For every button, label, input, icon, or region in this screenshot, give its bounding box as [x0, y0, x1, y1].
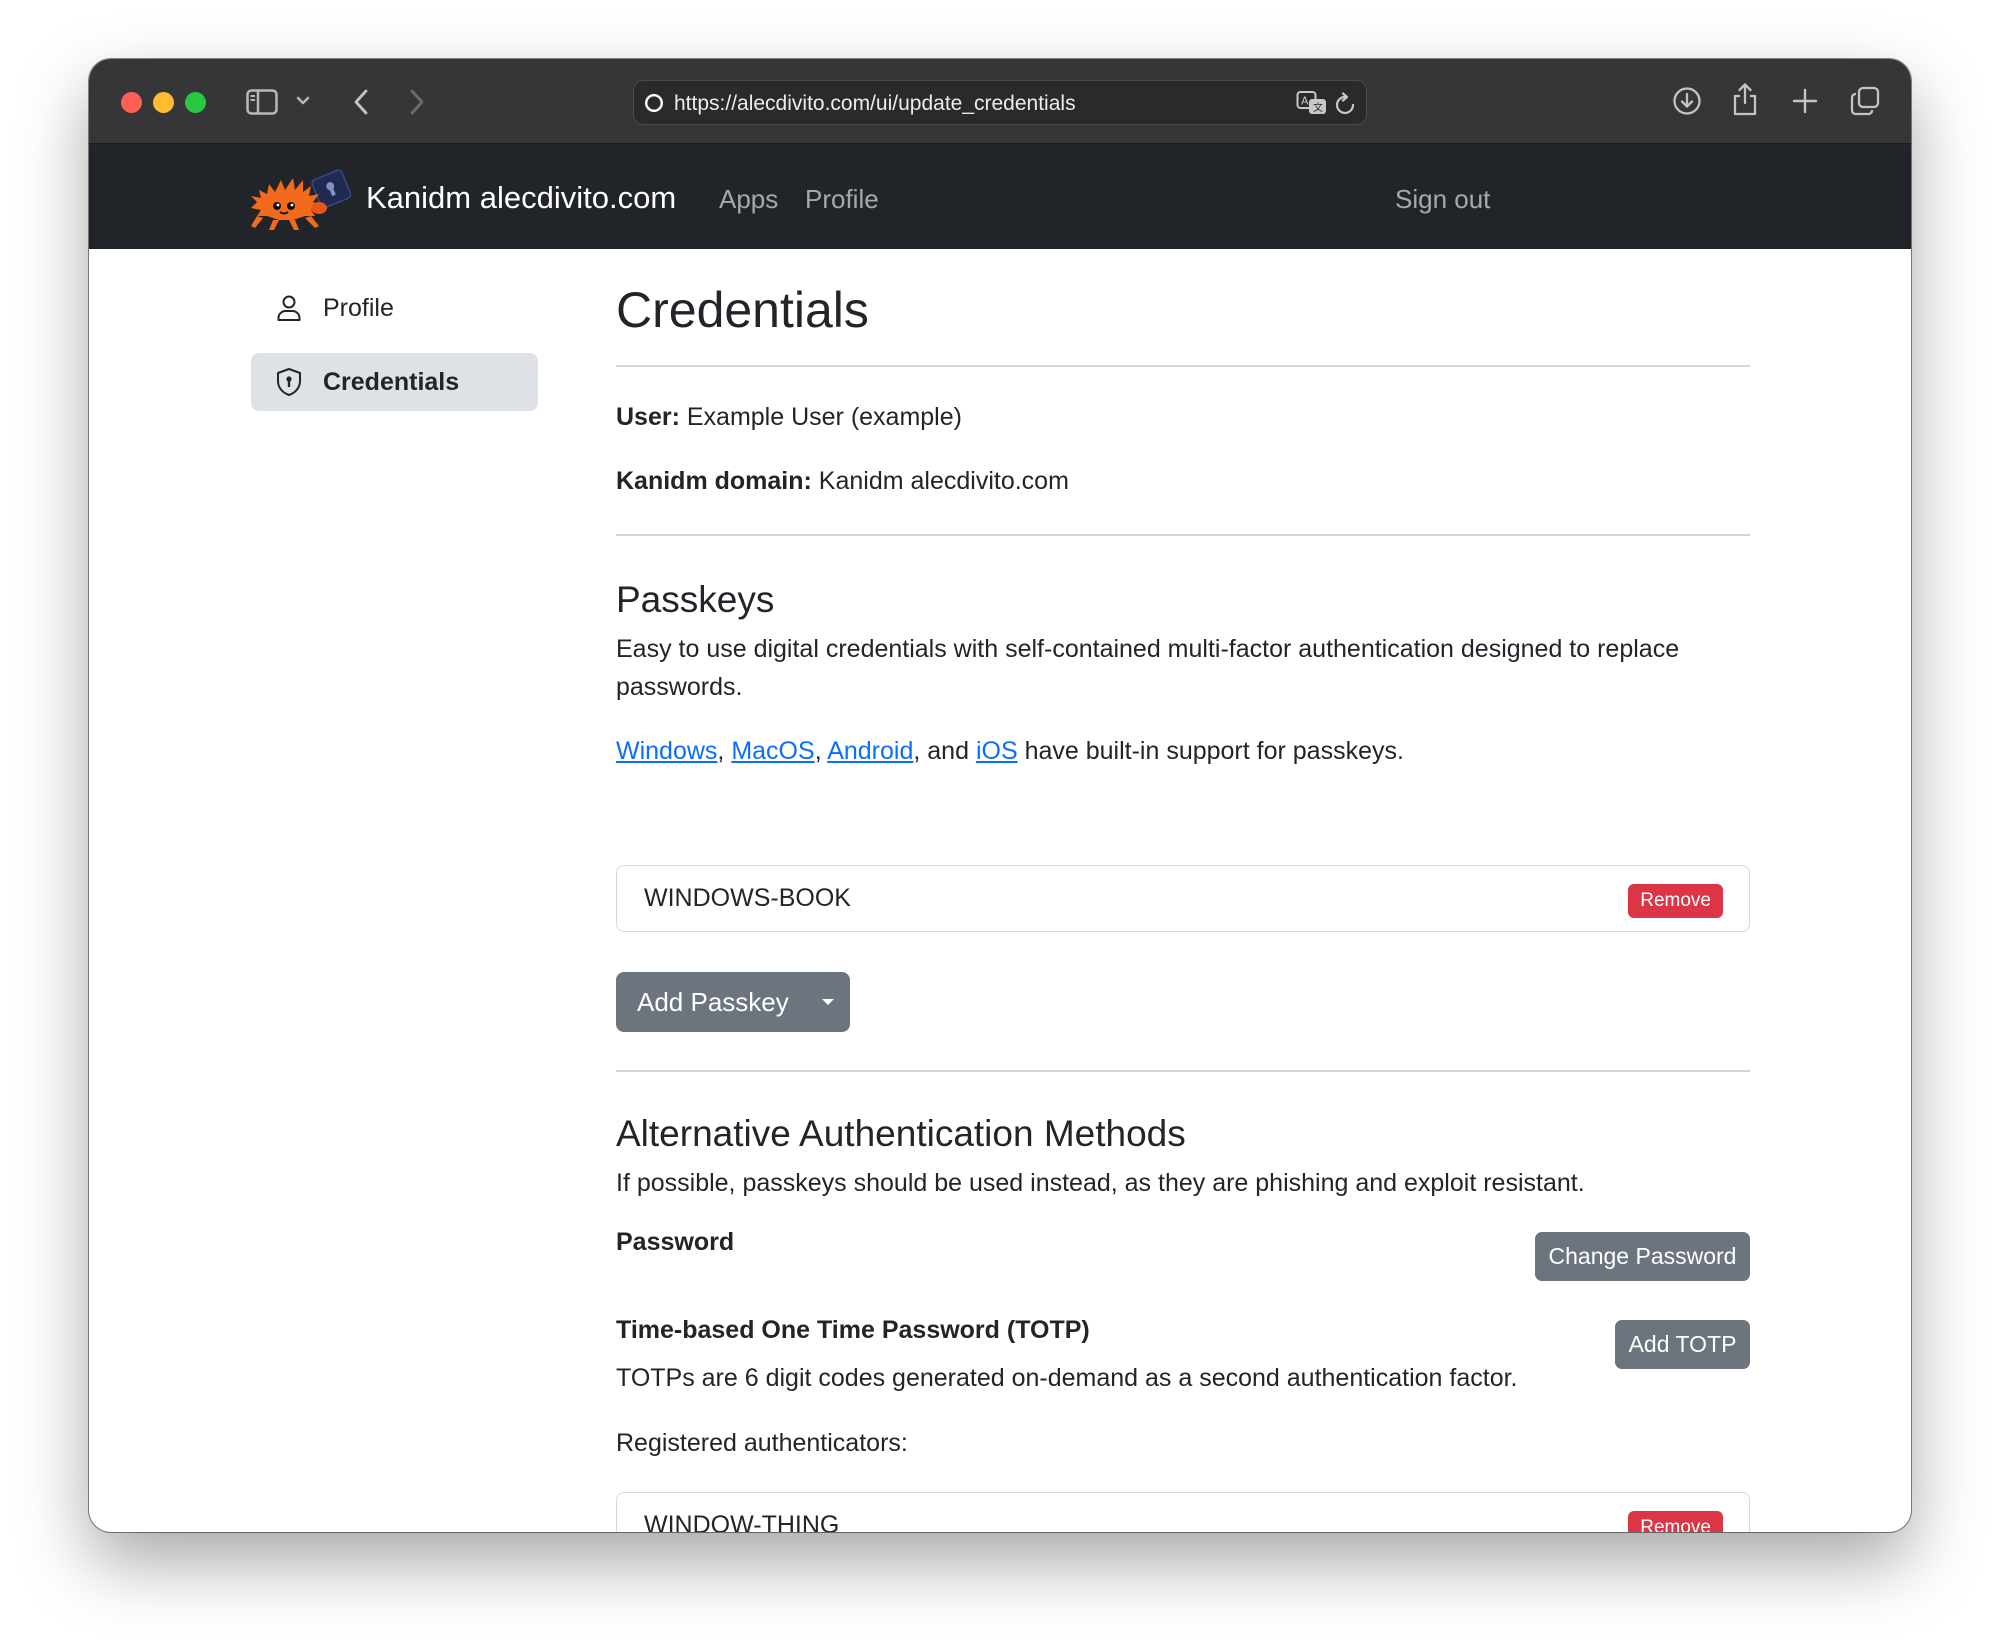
divider [616, 1070, 1750, 1072]
sidebar-item-label: Credentials [323, 367, 460, 396]
user-value: Example User (example) [686, 403, 962, 431]
page-title: Credentials [616, 282, 869, 338]
alt-methods-heading: Alternative Authentication Methods [616, 1113, 1186, 1154]
domain-value: Kanidm alecdivito.com [818, 467, 1069, 495]
user-info: User: Example User (example) [616, 398, 962, 436]
passkeys-description-line1: Easy to use digital credentials with sel… [616, 635, 1680, 663]
sidebar-item-label: Profile [323, 293, 394, 322]
tab-overview-icon[interactable] [1849, 85, 1881, 117]
domain-label: Kanidm domain: [616, 467, 812, 495]
passkey-support-text: Windows, MacOS, Android, and iOS have bu… [616, 732, 1404, 770]
totp-heading: Time-based One Time Password (TOTP) [616, 1316, 1090, 1344]
add-passkey-button[interactable]: Add Passkey [616, 972, 850, 1032]
site-navbar: Kanidm alecdivito.com Apps Profile Sign … [89, 144, 1911, 249]
sidebar-item-credentials[interactable]: Credentials [251, 353, 538, 411]
downloads-icon[interactable] [1671, 85, 1703, 117]
totp-name: WINDOW-THING [644, 1511, 840, 1532]
svg-text:A: A [1301, 95, 1309, 108]
passkeys-description-line2: passwords. [616, 673, 743, 701]
svg-text:文: 文 [1313, 101, 1323, 114]
minimize-window-button[interactable] [153, 92, 174, 113]
nav-link-apps[interactable]: Apps [719, 184, 778, 215]
ios-link[interactable]: iOS [976, 737, 1018, 765]
sidebar-item-profile[interactable]: Profile [251, 279, 538, 337]
browser-window: https://alecdivito.com/ui/update_credent… [89, 59, 1911, 1532]
passkey-item: WINDOWS-BOOK Remove [616, 865, 1750, 932]
divider [616, 365, 1750, 367]
zoom-window-button[interactable] [185, 92, 206, 113]
totp-item: WINDOW-THING Remove [616, 1492, 1750, 1532]
nav-link-profile[interactable]: Profile [805, 184, 879, 215]
back-icon[interactable] [349, 86, 373, 118]
separator: , [814, 737, 828, 765]
add-totp-button[interactable]: Add TOTP [1615, 1320, 1750, 1369]
person-icon [273, 292, 305, 324]
remove-passkey-button[interactable]: Remove [1628, 884, 1723, 918]
shield-icon [273, 366, 305, 398]
new-tab-icon[interactable] [1791, 87, 1819, 115]
separator: , [717, 737, 732, 765]
remove-totp-button[interactable]: Remove [1628, 1511, 1723, 1532]
kanidm-crab-logo[interactable] [249, 162, 352, 232]
support-suffix: have built-in support for passkeys. [1017, 737, 1404, 765]
windows-link[interactable]: Windows [616, 737, 717, 765]
change-password-button[interactable]: Change Password [1535, 1232, 1750, 1281]
browser-toolbar: https://alecdivito.com/ui/update_credent… [89, 59, 1911, 144]
add-passkey-label: Add Passkey [637, 987, 789, 1017]
divider [616, 534, 1750, 536]
share-icon[interactable] [1731, 81, 1759, 117]
caret-down-icon[interactable] [806, 972, 850, 1032]
address-bar[interactable]: https://alecdivito.com/ui/update_credent… [633, 80, 1367, 125]
sign-out-link[interactable]: Sign out [1395, 184, 1490, 215]
passkey-name: WINDOWS-BOOK [644, 884, 851, 912]
user-label: User: [616, 403, 680, 431]
password-label: Password [616, 1228, 735, 1256]
site-info-icon[interactable] [643, 92, 665, 114]
forward-icon[interactable] [405, 86, 429, 118]
registered-authenticators-label: Registered authenticators: [616, 1429, 908, 1457]
translate-icon[interactable]: A文 [1296, 89, 1328, 117]
android-link[interactable]: Android [827, 737, 913, 765]
close-window-button[interactable] [121, 92, 142, 113]
chevron-down-icon[interactable] [295, 93, 311, 109]
separator: , and [913, 737, 976, 765]
reload-icon[interactable] [1334, 91, 1358, 117]
domain-info: Kanidm domain: Kanidm alecdivito.com [616, 462, 1069, 500]
sidebar-toggle-icon[interactable] [245, 86, 279, 118]
alt-methods-description: If possible, passkeys should be used ins… [616, 1169, 1585, 1197]
passkeys-heading: Passkeys [616, 579, 775, 620]
url-text[interactable]: https://alecdivito.com/ui/update_credent… [674, 92, 1076, 116]
macos-link[interactable]: MacOS [731, 737, 814, 765]
site-brand[interactable]: Kanidm alecdivito.com [366, 180, 676, 216]
totp-description: TOTPs are 6 digit codes generated on-dem… [616, 1364, 1518, 1392]
